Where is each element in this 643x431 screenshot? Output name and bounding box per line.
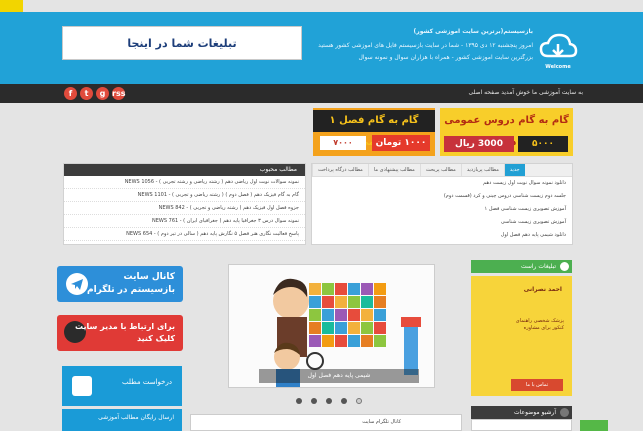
popular-posts-box: مطالب محبوب نمونه سوالات نوبت اول ریاضی … [63, 163, 306, 245]
request-post-button[interactable]: درخواست مطلب [62, 366, 182, 406]
tab-most-viewed[interactable]: مطالب پربازدید [460, 164, 504, 176]
logo-label: Welcome [545, 64, 571, 70]
telegram-strip: کانال تلگرام سایت [190, 414, 462, 431]
slider-dot-active[interactable] [356, 398, 362, 404]
image-slider[interactable]: شیمی پایه دهم فصل اول [228, 264, 435, 388]
banner-chemistry-old-price: ۷۰۰۰ [320, 136, 366, 150]
telegram-channel-button[interactable]: کانال سایت بازسیستم در تلگرام [57, 266, 183, 302]
right-ad-banner[interactable]: احمد نصرانی پزشک شخصی راهنمای کنکور برای… [471, 276, 572, 396]
info-icon [560, 262, 569, 271]
social-links: f t g rss [64, 87, 125, 100]
telegram-icon [66, 273, 88, 295]
telegram-strip-label: کانال تلگرام سایت [362, 419, 401, 425]
banner-chemistry[interactable]: گام به گام فصل ۱ شیمی ۷۰۰۰ ۱۰۰۰ تومان [313, 108, 435, 156]
tab-payment[interactable]: مطالب درگاه پرداخت [312, 164, 368, 176]
tab-most-discussed[interactable]: مطالب پربحث [419, 164, 461, 176]
banner-chemistry-title: گام به گام فصل ۱ شیمی [313, 110, 435, 148]
archive-icon [560, 408, 569, 417]
banner-general-title: گام به گام دروس عمومی دهم [444, 115, 569, 148]
top-nav-bar: f t g rss به سایت آموزشی ما خوش آمدید صف… [0, 84, 643, 103]
intro-line-2: بزرگترین سایت آموزشی کشور - همراه با هزا… [358, 54, 533, 61]
list-item[interactable]: جلسه دوم زیست شناسی دروس چینی و کرد (قسم… [312, 190, 572, 203]
telegram-label-1: کانال سایت [123, 272, 175, 282]
intro-line-1: امروز پنجشنبه ۱۲ دی ۱۳۹۵ - شما در سایت ب… [318, 42, 533, 49]
list-item[interactable]: گام به گام فیزیک دهم ( فصل دوم ) ( رشته … [64, 189, 305, 202]
list-item[interactable]: آموزش تصویری زیست شناسی [312, 216, 572, 229]
banner-general-old-price: 3000 ریال [444, 136, 514, 152]
contact-admin-button[interactable]: برای ارتباط با مدیر سایت کلیک کنید [57, 315, 183, 351]
twitter-icon[interactable]: t [80, 87, 93, 100]
floating-tab[interactable] [580, 420, 608, 431]
banner-chemistry-new-price: ۱۰۰۰ تومان [372, 135, 430, 151]
contact-label-2: کلیک کنید [137, 334, 175, 343]
news-tabs: جدید مطالب پربازدید مطالب پربحث مطالب پی… [312, 164, 572, 177]
popular-posts-title: مطالب محبوب [64, 164, 305, 176]
banner-general[interactable]: گام به گام دروس عمومی دهم 3000 ریال ۵۰۰۰ [440, 108, 573, 156]
right-ads-header: تبلیغات راست [471, 260, 572, 273]
list-item[interactable]: نمونه سوالات نوبت اول ریاضی دهم ( رشته ر… [64, 176, 305, 189]
list-item[interactable]: دانلود شیمی پایه دهم فصل اول [312, 229, 572, 242]
contact-label-1: برای ارتباط با مدیر سایت [74, 322, 175, 331]
breadcrumb[interactable]: به سایت آموزشی ما خوش آمدید صفحه اصلی [468, 89, 583, 96]
document-icon [72, 376, 92, 396]
slider-dot[interactable] [341, 398, 347, 404]
rss-icon[interactable]: rss [112, 87, 125, 100]
slider-dot[interactable] [311, 398, 317, 404]
list-item[interactable]: پاسخ فعالیت نگاری هنر فصل ۵ نگارش پایه د… [64, 228, 305, 241]
telegram-label-2: بازسیستم در تلگرام [87, 285, 175, 295]
archive-header: آرشیو موضوعات [471, 406, 572, 419]
header-ad-text: تبلیغات شما در اینجا [127, 36, 237, 50]
request-label: درخواست مطلب [121, 378, 172, 386]
site-header: تبلیغات شما در اینجا بازسیستم(برترین سای… [0, 12, 643, 84]
site-title: بازسیستم(برترین سایت آموزشی کشور) [413, 28, 533, 35]
slider-dots [296, 398, 362, 404]
slider-dot[interactable] [296, 398, 302, 404]
list-item[interactable]: جزوه فصل اول فیزیک دهم ( رشته ریاضی و تج… [64, 202, 305, 215]
send-free-button[interactable]: ارسال رایگان مطالب آموزشی [62, 409, 182, 431]
right-ads-title: تبلیغات راست [520, 263, 556, 270]
list-item[interactable]: نمونه سوال درس ۳ جغرافیا پایه دهم ( جغرا… [64, 215, 305, 228]
list-item[interactable]: آموزش تصویری زیست شناسی فصل ۱ [312, 203, 572, 216]
slider-dot[interactable] [326, 398, 332, 404]
tab-suggested[interactable]: مطالب پیشنهادی ما [367, 164, 420, 176]
facebook-icon[interactable]: f [64, 87, 77, 100]
archive-title: آرشیو موضوعات [514, 409, 556, 416]
google-plus-icon[interactable]: g [96, 87, 109, 100]
archive-list[interactable] [471, 419, 572, 431]
header-ad-box[interactable]: تبلیغات شما در اینجا [62, 26, 302, 60]
list-item[interactable]: دانلود نمونه سوال نوبت اول زیست دهم [312, 177, 572, 190]
ad-name: احمد نصرانی [523, 286, 562, 293]
slider-caption: شیمی پایه دهم فصل اول [259, 369, 419, 383]
send-free-label: ارسال رایگان مطالب آموزشی [98, 414, 174, 421]
news-tabs-box: جدید مطالب پربازدید مطالب پربحث مطالب پی… [311, 163, 573, 245]
ad-description: پزشک شخصی راهنمای کنکور برای مشاوره [515, 318, 564, 331]
banner-general-new-price: ۵۰۰۰ [518, 136, 568, 152]
tab-new[interactable]: جدید [503, 164, 525, 176]
ad-contact-button[interactable]: تماس با ما [511, 379, 563, 391]
